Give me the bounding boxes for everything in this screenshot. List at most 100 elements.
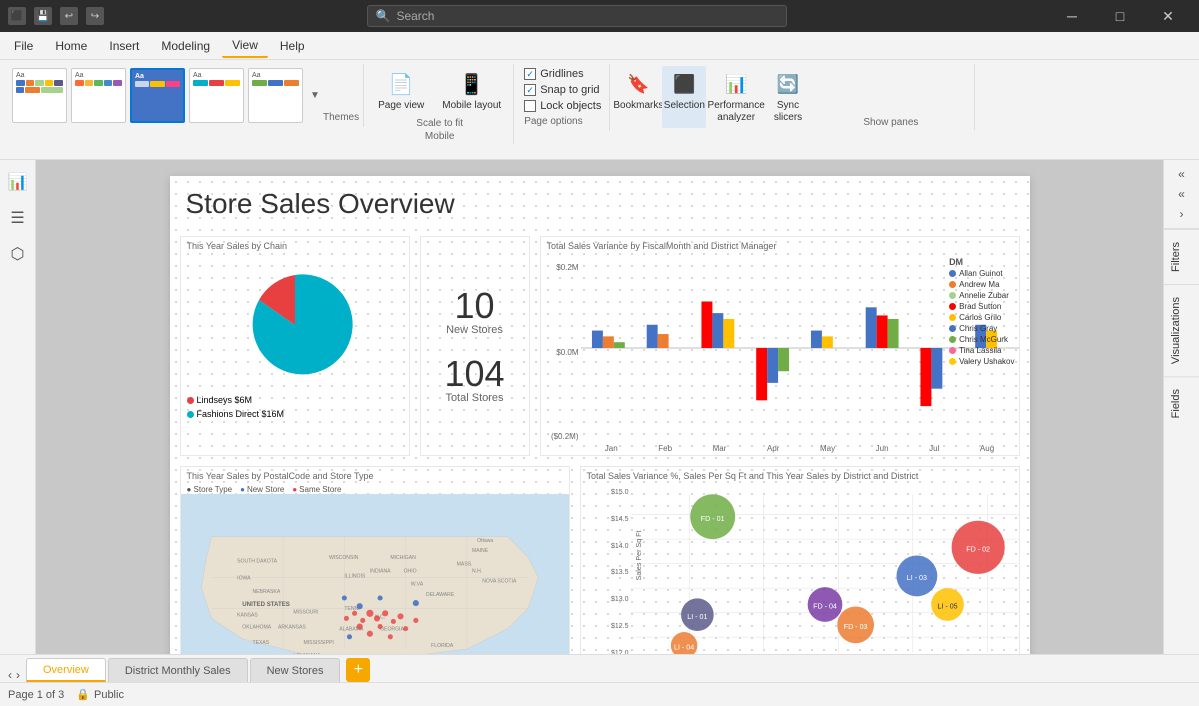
bar-chart-title: Total Sales Variance by FiscalMonth and … (541, 237, 1019, 255)
sidebar-icon-report[interactable]: 📊 (4, 168, 32, 196)
minimize-button[interactable]: ─ (1049, 0, 1095, 32)
lock-objects-checkbox[interactable]: Lock objects (524, 100, 601, 112)
bubble-y-125: $12.5 (611, 623, 629, 630)
gridlines-checkbox[interactable]: Gridlines (524, 68, 601, 80)
bubble-y-145: $14.5 (611, 516, 629, 523)
pie-chart-section: This Year Sales by Chain Lindseys $6M (180, 236, 410, 456)
bar-x-jun: Jun (876, 444, 889, 453)
dm-legend-item-6: Chris McGurk (949, 335, 1014, 344)
dm-legend-item-7: Tina Lassila (949, 346, 1014, 355)
mobile-label: Mobile (425, 131, 454, 142)
page-options-label: Page options (524, 116, 601, 127)
bar-x-mar: Mar (713, 444, 727, 453)
dm-legend-item-8: Valery Ushakov (949, 357, 1014, 366)
gridlines-label: Gridlines (540, 68, 583, 80)
svg-text:GEORGIA: GEORGIA (380, 627, 404, 633)
collapse-panel-button[interactable]: « (1170, 164, 1194, 184)
tab-next-button[interactable]: › (16, 668, 20, 682)
add-page-button[interactable]: + (346, 658, 370, 682)
svg-text:FD - 01: FD - 01 (700, 515, 724, 523)
themes-dropdown-button[interactable]: ▼ (307, 90, 323, 101)
page-view-icon: 📄 (387, 70, 415, 98)
selection-label: Selection (664, 100, 705, 112)
dm-legend-item-2: Annelie Zubar (949, 291, 1014, 300)
lock-icon: 🔒 (76, 688, 90, 701)
svg-text:LI - 04: LI - 04 (673, 643, 693, 651)
ribbon-themes-section: Aa (8, 64, 364, 127)
redo-icon[interactable]: ↪ (86, 7, 104, 25)
total-stores-count: 104 (444, 356, 504, 392)
page-view-button[interactable]: 📄 Page view (370, 66, 432, 116)
bookmarks-icon: 🔖 (624, 70, 652, 98)
dm-dot-4 (949, 314, 956, 321)
tab-new-stores[interactable]: New Stores (250, 658, 341, 682)
tab-bar: ‹ › Overview District Monthly Sales New … (0, 654, 1199, 682)
status-bar: Page 1 of 3 🔒 Public (0, 682, 1199, 706)
svg-text:OKLAHOMA: OKLAHOMA (242, 625, 271, 631)
sync-slicers-button[interactable]: 🔄 Sync slicers (766, 66, 810, 128)
close-button[interactable]: ✕ (1145, 0, 1191, 32)
sidebar-icon-model[interactable]: ⬡ (4, 240, 32, 268)
tab-district-monthly-sales[interactable]: District Monthly Sales (108, 658, 248, 682)
page-view-label: Page view (378, 100, 424, 112)
right-panel-chevrons: « « › (1164, 160, 1199, 229)
visualizations-tab[interactable]: Visualizations (1164, 284, 1199, 376)
selection-icon: ⬛ (670, 70, 698, 98)
menu-home[interactable]: Home (45, 35, 97, 57)
undo-icon[interactable]: ↩ (60, 7, 78, 25)
pie-legend: Lindseys $6M Fashions Direct $16M (181, 395, 409, 421)
bar-x-feb: Feb (658, 444, 672, 453)
bookmarks-label: Bookmarks (613, 100, 663, 112)
svg-text:DELAWARE: DELAWARE (426, 592, 455, 598)
menu-insert[interactable]: Insert (99, 35, 149, 57)
search-bar[interactable]: 🔍 Search (367, 5, 787, 27)
themes-label: Themes (323, 112, 359, 123)
svg-text:FLORIDA: FLORIDA (431, 643, 454, 649)
selection-button[interactable]: ⬛ Selection (662, 66, 706, 128)
dm-legend: DM Allan Guinot Andrew Ma Annelie Zubar (949, 257, 1014, 368)
svg-text:Ottawa: Ottawa (477, 538, 493, 544)
filters-tab[interactable]: Filters (1164, 229, 1199, 284)
left-sidebar: 📊 ☰ ⬡ (0, 160, 36, 654)
fields-tab[interactable]: Fields (1164, 376, 1199, 430)
dm-legend-item-4: Carlos Grilo (949, 313, 1014, 322)
tab-prev-button[interactable]: ‹ (8, 668, 12, 682)
performance-analyzer-button[interactable]: 📊 Performance analyzer (708, 66, 764, 128)
tab-overview[interactable]: Overview (26, 658, 106, 682)
svg-text:MISSOURI: MISSOURI (293, 609, 318, 615)
dm-name-8: Valery Ushakov (959, 357, 1014, 366)
pie-chart-svg (235, 265, 355, 385)
svg-text:MAINE: MAINE (472, 548, 489, 554)
expand-panel-button[interactable]: « (1170, 184, 1194, 204)
menu-file[interactable]: File (4, 35, 43, 57)
map-legend: ● Store Type ● New Store ● Same Store (181, 485, 569, 494)
theme-item-5[interactable]: Aa (248, 68, 303, 123)
map-section-title: This Year Sales by PostalCode and Store … (181, 467, 569, 485)
sidebar-icon-data[interactable]: ☰ (4, 204, 32, 232)
svg-text:N.H.: N.H. (472, 568, 482, 574)
mobile-layout-button[interactable]: 📱 Mobile layout (434, 66, 509, 116)
dm-name-5: Chris Gray (959, 324, 997, 333)
menu-help[interactable]: Help (270, 35, 315, 57)
gridlines-cb-icon (524, 68, 536, 80)
svg-text:NOVA SCOTIA: NOVA SCOTIA (482, 579, 517, 585)
save-icon[interactable]: 💾 (34, 7, 52, 25)
menu-modeling[interactable]: Modeling (151, 35, 220, 57)
bar-x-apr: Apr (767, 444, 779, 453)
search-placeholder: Search (396, 9, 434, 23)
bookmarks-button[interactable]: 🔖 Bookmarks (616, 66, 660, 128)
svg-text:LI - 01: LI - 01 (687, 613, 707, 621)
theme-item-1[interactable]: Aa (12, 68, 67, 123)
theme-item-2[interactable]: Aa (71, 68, 126, 123)
theme-item-3[interactable]: Aa (130, 68, 185, 123)
dm-legend-item-1: Andrew Ma (949, 280, 1014, 289)
panel-arrow-button[interactable]: › (1170, 204, 1194, 224)
canvas-area: Store Sales Overview This Year Sales by … (36, 160, 1163, 654)
lock-objects-cb-icon (524, 100, 536, 112)
theme-item-4[interactable]: Aa (189, 68, 244, 123)
dm-name-4: Carlos Grilo (959, 313, 1001, 322)
snap-to-grid-checkbox[interactable]: Snap to grid (524, 84, 601, 96)
pie-legend-item-2: Fashions Direct $16M (187, 409, 403, 419)
menu-view[interactable]: View (222, 34, 268, 58)
maximize-button[interactable]: □ (1097, 0, 1143, 32)
